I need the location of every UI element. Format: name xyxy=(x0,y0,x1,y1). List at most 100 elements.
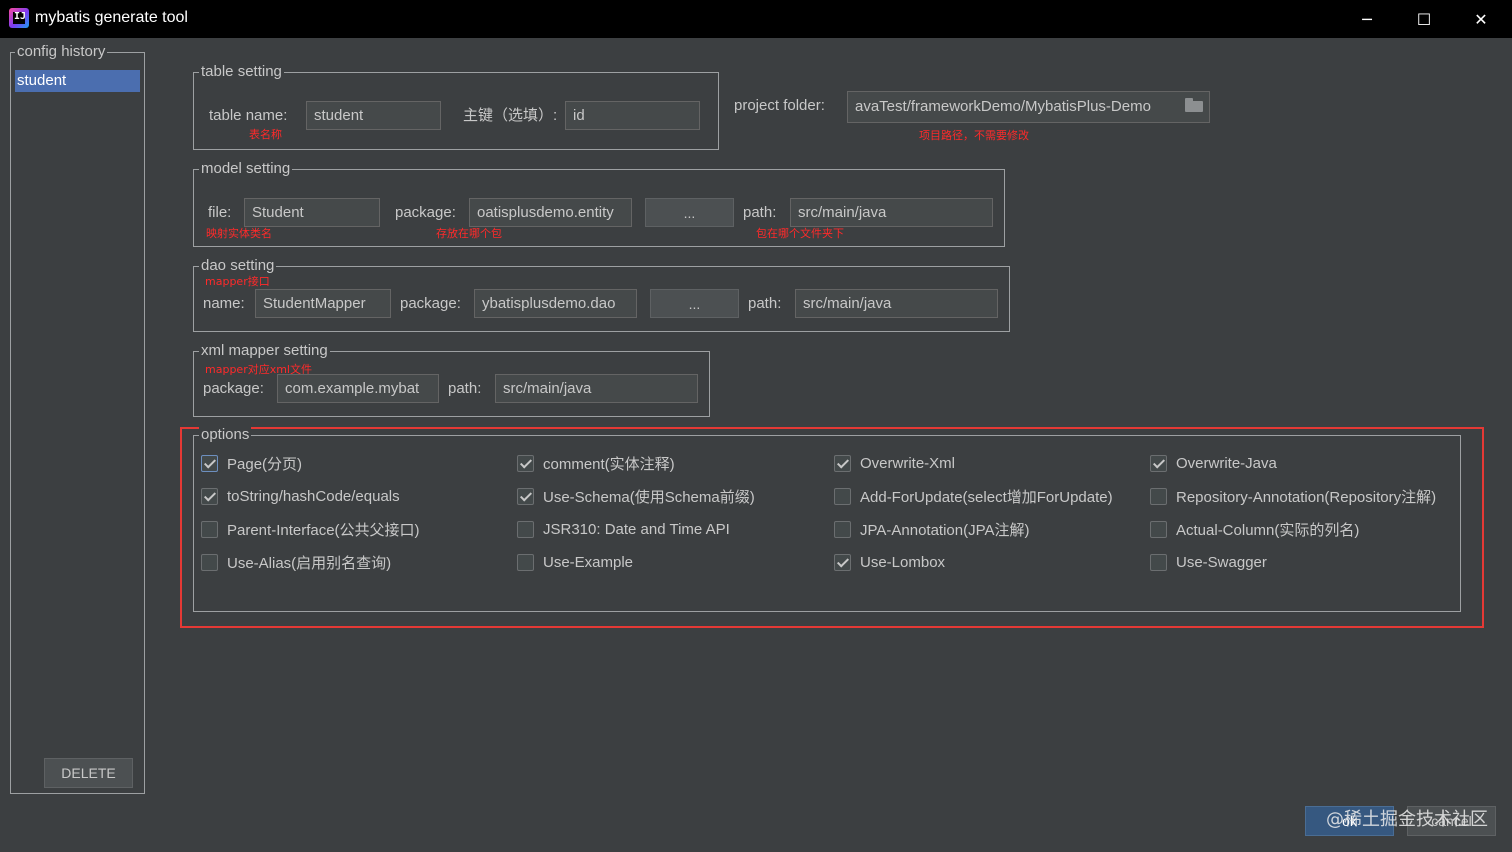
xml-package-input[interactable]: com.example.mybat xyxy=(277,374,439,403)
watermark: @稀土掘金技术社区 xyxy=(1326,809,1488,830)
option-checkbox-checked[interactable] xyxy=(201,487,218,505)
option-label: Use-Swagger xyxy=(1176,553,1267,571)
options-legend: options xyxy=(199,426,252,444)
folder-open-icon[interactable] xyxy=(1185,98,1203,112)
model-package-note: 存放在哪个包 xyxy=(436,227,502,240)
option-checkbox-checked[interactable] xyxy=(517,454,534,472)
dao-path-label: path: xyxy=(748,295,782,312)
model-file-note: 映射实体类名 xyxy=(206,227,272,240)
dao-package-browse-button[interactable]: ... xyxy=(650,289,739,318)
option-checkbox[interactable] xyxy=(201,520,218,538)
model-package-input[interactable]: oatisplusdemo.entity xyxy=(469,198,632,227)
config-history-legend: config history xyxy=(15,43,108,61)
option-item[interactable]: Repository-Annotation(Repository注解) xyxy=(1150,486,1436,506)
primary-key-label: 主键（选填）: xyxy=(463,107,558,124)
model-setting-group: model setting file: Student 映射实体类名 packa… xyxy=(193,160,1005,247)
option-checkbox[interactable] xyxy=(1150,553,1167,571)
window-content: config history student DELETE table sett… xyxy=(0,38,1512,852)
option-item[interactable]: Parent-Interface(公共父接口) xyxy=(201,519,420,539)
window-title: mybatis generate tool xyxy=(35,9,188,26)
model-file-label: file: xyxy=(208,204,232,221)
option-checkbox-checked[interactable] xyxy=(1150,454,1167,472)
option-checkbox-checked[interactable] xyxy=(834,454,851,472)
option-label: JPA-Annotation(JPA注解) xyxy=(860,521,1030,539)
option-item[interactable]: Use-Example xyxy=(517,552,633,572)
option-label: Use-Schema(使用Schema前缀) xyxy=(543,488,755,506)
project-folder-label: project folder: xyxy=(734,97,825,114)
close-button[interactable]: ✕ xyxy=(1452,0,1510,38)
option-label: Overwrite-Java xyxy=(1176,454,1277,472)
table-name-input[interactable]: student xyxy=(306,101,441,130)
option-checkbox[interactable] xyxy=(834,487,851,505)
option-label: Actual-Column(实际的列名) xyxy=(1176,521,1360,539)
option-label: Add-ForUpdate(select增加ForUpdate) xyxy=(860,488,1113,506)
option-label: Parent-Interface(公共父接口) xyxy=(227,521,420,539)
primary-key-input[interactable]: id xyxy=(565,101,700,130)
dao-name-input[interactable]: StudentMapper xyxy=(255,289,391,318)
minimize-button[interactable]: ─ xyxy=(1338,0,1396,38)
project-folder-note: 项目路径，不需要修改 xyxy=(919,129,1029,142)
project-folder-value: avaTest/frameworkDemo/MybatisPlus-Demo xyxy=(855,98,1151,115)
table-setting-legend: table setting xyxy=(199,63,284,81)
model-path-label: path: xyxy=(743,204,777,221)
option-checkbox-checked[interactable] xyxy=(201,454,218,472)
options-group: options Page(分页) comment(实体注释) Overwrite-X… xyxy=(193,426,1461,612)
xml-path-label: path: xyxy=(448,380,482,397)
option-label: Use-Lombox xyxy=(860,553,946,571)
option-checkbox-checked[interactable] xyxy=(834,553,851,571)
option-label: Page(分页) xyxy=(227,455,303,473)
dao-setting-note: mapper接口 xyxy=(205,275,270,288)
table-setting-group: table setting table name: student 表名称 主键… xyxy=(193,63,719,150)
option-checkbox[interactable] xyxy=(517,553,534,571)
option-item[interactable]: Use-Lombox xyxy=(834,552,945,572)
option-item[interactable]: Use-Swagger xyxy=(1150,552,1267,572)
option-label: Repository-Annotation(Repository注解) xyxy=(1176,488,1437,506)
option-item[interactable]: Page(分页) xyxy=(201,453,302,473)
xml-mapper-setting-legend: xml mapper setting xyxy=(199,342,330,360)
dao-path-input[interactable]: src/main/java xyxy=(795,289,998,318)
dao-setting-group: dao setting mapper接口 name: StudentMapper… xyxy=(193,257,1010,332)
model-file-input[interactable]: Student xyxy=(244,198,380,227)
option-label: Overwrite-Xml xyxy=(860,454,956,472)
option-item[interactable]: JPA-Annotation(JPA注解) xyxy=(834,519,1030,539)
maximize-button[interactable]: ☐ xyxy=(1395,0,1453,38)
option-item[interactable]: Overwrite-Xml xyxy=(834,453,955,473)
table-name-note: 表名称 xyxy=(249,128,282,141)
option-item[interactable]: comment(实体注释) xyxy=(517,453,675,473)
model-path-note: 包在哪个文件夹下 xyxy=(756,227,844,240)
option-checkbox[interactable] xyxy=(1150,487,1167,505)
xml-mapper-setting-group: xml mapper setting mapper对应xml文件 package… xyxy=(193,342,710,417)
delete-button[interactable]: DELETE xyxy=(44,758,133,788)
dao-package-input[interactable]: ybatisplusdemo.dao xyxy=(474,289,637,318)
option-label: toString/hashCode/equals xyxy=(227,487,400,505)
option-item[interactable]: JSR310: Date and Time API xyxy=(517,519,730,539)
option-item[interactable]: toString/hashCode/equals xyxy=(201,486,400,506)
xml-path-input[interactable]: src/main/java xyxy=(495,374,698,403)
history-item-student[interactable]: student xyxy=(15,70,140,92)
dao-name-label: name: xyxy=(203,295,245,312)
option-item[interactable]: Add-ForUpdate(select增加ForUpdate) xyxy=(834,486,1113,506)
option-label: Use-Alias(启用别名查询) xyxy=(227,554,392,572)
dao-package-label: package: xyxy=(400,295,461,312)
model-package-label: package: xyxy=(395,204,456,221)
config-history-panel: config history student DELETE xyxy=(10,43,145,794)
model-path-input[interactable]: src/main/java xyxy=(790,198,993,227)
option-item[interactable]: Actual-Column(实际的列名) xyxy=(1150,519,1359,539)
option-checkbox[interactable] xyxy=(517,520,534,538)
option-item[interactable]: Use-Schema(使用Schema前缀) xyxy=(517,486,755,506)
intellij-icon: IJ xyxy=(9,8,29,28)
option-item[interactable]: Use-Alias(启用别名查询) xyxy=(201,552,391,572)
option-item[interactable]: Overwrite-Java xyxy=(1150,453,1277,473)
title-bar: IJ mybatis generate tool ─ ☐ ✕ xyxy=(0,0,1512,38)
dao-setting-legend: dao setting xyxy=(199,257,277,275)
option-label: comment(实体注释) xyxy=(543,455,675,473)
option-checkbox[interactable] xyxy=(1150,520,1167,538)
table-name-label: table name: xyxy=(209,107,288,124)
option-checkbox[interactable] xyxy=(201,553,218,571)
project-folder-input[interactable]: avaTest/frameworkDemo/MybatisPlus-Demo xyxy=(847,91,1210,123)
option-checkbox[interactable] xyxy=(834,520,851,538)
option-checkbox-checked[interactable] xyxy=(517,487,534,505)
model-package-browse-button[interactable]: ... xyxy=(645,198,734,227)
xml-package-label: package: xyxy=(203,380,264,397)
model-setting-legend: model setting xyxy=(199,160,293,178)
